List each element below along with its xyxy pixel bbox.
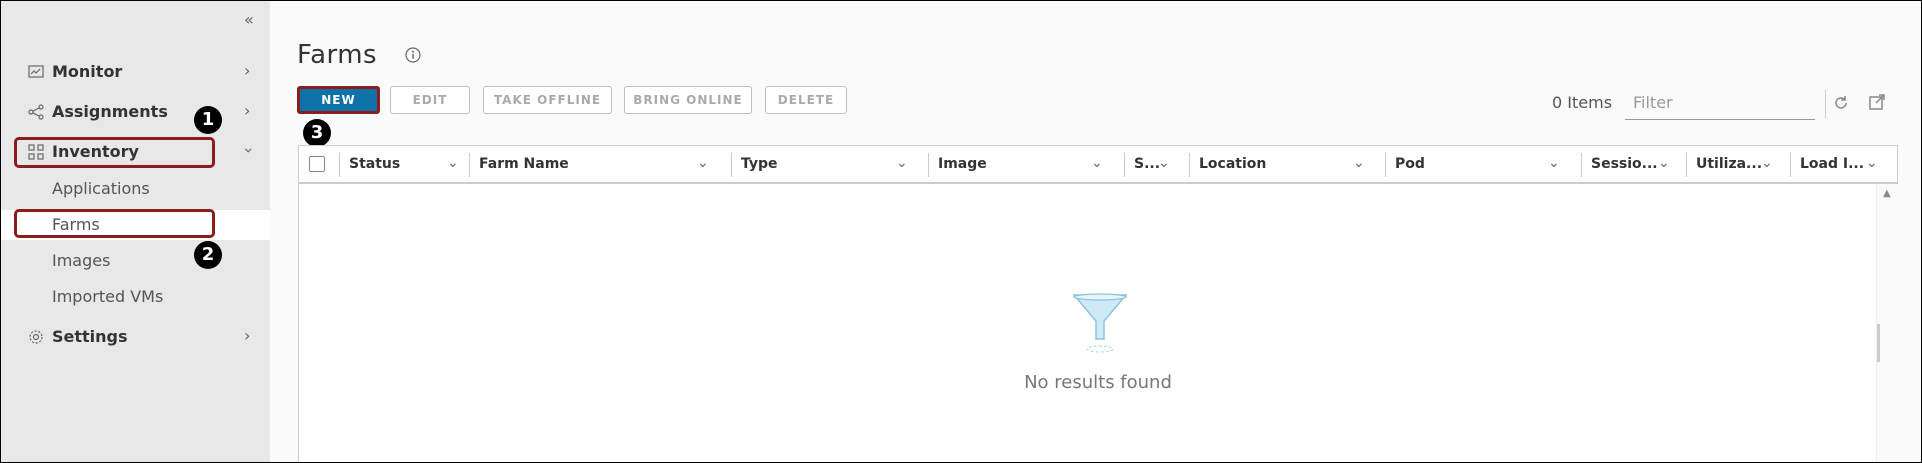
sidebar-subitem-imported-vms[interactable]: Imported VMs (0, 282, 270, 312)
chevron-down-icon[interactable]: ⌄ (1866, 155, 1878, 171)
inventory-highlight (14, 137, 215, 168)
callout-badge-3: 3 (303, 119, 331, 147)
column-header-image[interactable]: Image ⌄ (928, 146, 1124, 182)
farms-datagrid: Status ⌄ Farm Name ⌄ Type ⌄ Image ⌄ S...… (298, 145, 1898, 463)
column-divider (1189, 153, 1190, 177)
sidebar-item-assignments[interactable]: Assignments › (0, 95, 270, 129)
sidebar-item-label: Settings (52, 327, 128, 346)
chevron-down-icon[interactable]: ⌄ (697, 155, 709, 171)
chevron-down-icon[interactable]: ⌄ (1158, 155, 1170, 171)
sidebar-subitem-label: Images (52, 251, 111, 270)
empty-state-text: No results found (1024, 372, 1172, 393)
toolbar-divider (1825, 90, 1826, 118)
new-button[interactable]: NEW (297, 86, 380, 114)
take-offline-button[interactable]: TAKE OFFLINE (483, 86, 612, 114)
sidebar-item-label: Monitor (52, 62, 123, 81)
export-icon[interactable] (1868, 93, 1886, 111)
chevron-down-icon[interactable]: ⌄ (896, 155, 908, 171)
column-divider (1686, 153, 1687, 177)
column-divider (469, 153, 470, 177)
column-divider (1124, 153, 1125, 177)
chevron-down-icon[interactable]: ⌄ (1761, 155, 1773, 171)
sidebar-subitem-label: Applications (52, 179, 150, 198)
sidebar-item-label: Assignments (52, 102, 168, 121)
column-header-label: Type (741, 156, 778, 172)
chevron-down-icon[interactable]: ⌄ (447, 155, 459, 171)
bring-online-button[interactable]: BRING ONLINE (624, 86, 752, 114)
callout-badge-2: 2 (194, 241, 222, 269)
delete-button[interactable]: DELETE (765, 86, 847, 114)
info-icon[interactable] (405, 47, 421, 63)
gear-icon (29, 330, 43, 344)
share-icon (28, 104, 44, 120)
chevron-right-icon: › (244, 101, 251, 120)
sidebar-item-monitor[interactable]: Monitor › (0, 55, 270, 89)
select-all-cell (299, 146, 339, 182)
column-header-label: Farm Name (479, 156, 569, 172)
sidebar-item-settings[interactable]: Settings › (0, 320, 270, 354)
column-divider (1790, 153, 1791, 177)
chevron-down-icon[interactable]: ⌄ (1658, 155, 1670, 171)
column-header-label: Sessio... (1591, 156, 1658, 172)
column-header-s[interactable]: S... ⌄ (1124, 146, 1189, 182)
filter-input[interactable] (1625, 86, 1815, 120)
collapse-sidebar-icon[interactable]: « (244, 10, 254, 29)
column-header-pod[interactable]: Pod ⌄ (1385, 146, 1581, 182)
callout-badge-1: 1 (194, 106, 222, 134)
edit-button[interactable]: EDIT (390, 86, 470, 114)
vertical-scrollbar[interactable]: ▲ (1876, 184, 1898, 462)
column-header-sessions[interactable]: Sessio... ⌄ (1581, 146, 1686, 182)
chevron-down-icon: › (239, 147, 259, 154)
column-header-label: S... (1134, 156, 1161, 172)
column-header-label: Utiliza... (1696, 156, 1763, 172)
column-divider (928, 153, 929, 177)
column-header-farm-name[interactable]: Farm Name ⌄ (469, 146, 731, 182)
sidebar-subitem-images[interactable]: Images (0, 246, 270, 276)
sidebar-subitem-applications[interactable]: Applications (0, 174, 270, 204)
column-header-label: Load I... (1800, 156, 1865, 172)
column-divider (1581, 153, 1582, 177)
chevron-down-icon[interactable]: ⌄ (1091, 155, 1103, 171)
column-header-label: Location (1199, 156, 1267, 172)
column-header-location[interactable]: Location ⌄ (1189, 146, 1385, 182)
select-all-checkbox[interactable] (309, 156, 325, 172)
funnel-icon (1072, 293, 1128, 353)
farms-highlight (14, 209, 215, 238)
scroll-thumb[interactable] (1877, 324, 1880, 362)
column-header-type[interactable]: Type ⌄ (731, 146, 928, 182)
chevron-right-icon: › (244, 61, 251, 80)
chevron-right-icon: › (244, 326, 251, 345)
chevron-down-icon[interactable]: ⌄ (1353, 155, 1365, 171)
column-header-label: Status (349, 156, 401, 172)
datagrid-header: Status ⌄ Farm Name ⌄ Type ⌄ Image ⌄ S...… (299, 146, 1897, 184)
chevron-down-icon[interactable]: ⌄ (1548, 155, 1560, 171)
column-header-load-index[interactable]: Load I... ⌄ (1790, 146, 1897, 182)
scroll-up-icon[interactable]: ▲ (1883, 188, 1891, 199)
column-header-utilization[interactable]: Utiliza... ⌄ (1686, 146, 1790, 182)
monitor-icon (28, 65, 44, 78)
column-header-label: Pod (1395, 156, 1425, 172)
refresh-icon[interactable] (1832, 94, 1850, 112)
column-divider (1385, 153, 1386, 177)
items-count: 0 Items (1552, 93, 1613, 112)
column-divider (731, 153, 732, 177)
column-divider (339, 153, 340, 177)
sidebar-subitem-label: Imported VMs (52, 287, 164, 306)
page-title: Farms (297, 40, 378, 70)
column-header-status[interactable]: Status ⌄ (339, 146, 469, 182)
column-header-label: Image (938, 156, 987, 172)
